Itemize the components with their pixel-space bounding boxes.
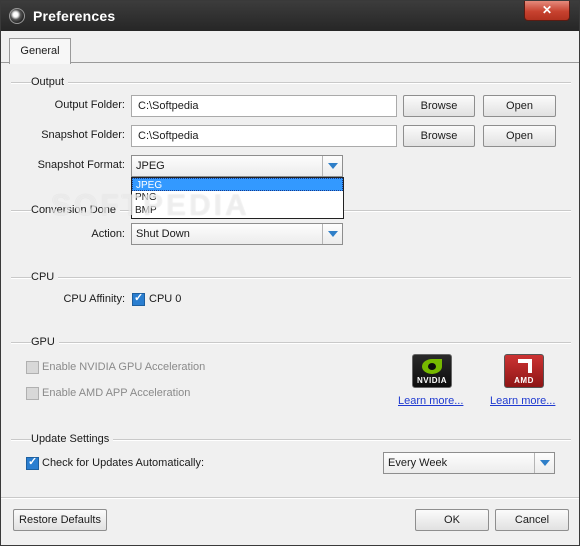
chevron-down-icon[interactable]	[322, 224, 342, 244]
output-separator	[11, 82, 571, 84]
nvidia-label: Enable NVIDIA GPU Acceleration	[42, 361, 206, 373]
action-label: Action:	[91, 228, 125, 240]
chevron-down-icon[interactable]	[322, 156, 342, 176]
conversion-section-label: Conversion Done	[31, 204, 120, 216]
app-icon	[9, 8, 25, 24]
chevron-down-icon[interactable]	[534, 453, 554, 473]
gpu-section-label: GPU	[31, 336, 59, 348]
output-folder-label: Output Folder:	[54, 99, 125, 111]
snapshot-format-select[interactable]: JPEG	[131, 155, 343, 177]
cpu-section-label: CPU	[31, 271, 59, 283]
output-open-button[interactable]: Open	[483, 95, 556, 117]
tab-strip: General	[1, 31, 579, 64]
updates-section-label: Update Settings	[31, 433, 114, 445]
action-select[interactable]: Shut Down	[131, 223, 343, 245]
cpu-separator	[11, 277, 571, 279]
output-section-label: Output	[31, 76, 69, 88]
nvidia-eye-icon	[422, 359, 442, 374]
nvidia-logo: NVIDIA	[412, 354, 452, 388]
snapshot-folder-field[interactable]: C:\Softpedia	[131, 125, 397, 147]
close-button[interactable]: ✕	[524, 1, 570, 21]
update-frequency-value: Every Week	[388, 457, 448, 469]
snapshot-format-value: JPEG	[136, 160, 165, 172]
auto-update-checkbox[interactable]	[26, 455, 39, 470]
cpu-affinity-label: CPU Affinity:	[63, 293, 125, 305]
snapshot-format-label: Snapshot Format:	[37, 159, 125, 171]
format-option-bmp[interactable]: BMP	[132, 204, 343, 217]
amd-learn-more-link[interactable]: Learn more...	[490, 395, 555, 407]
cpu0-label: CPU 0	[149, 293, 182, 305]
amd-arrow-icon	[518, 359, 532, 373]
amd-logo-text: AMD	[514, 376, 534, 385]
restore-defaults-button[interactable]: Restore Defaults	[13, 509, 107, 531]
nvidia-learn-more-link[interactable]: Learn more...	[398, 395, 463, 407]
preferences-window: Preferences ✕ General Output Output Fold…	[0, 0, 580, 546]
gpu-separator	[11, 342, 571, 344]
title-bar[interactable]: Preferences ✕	[1, 1, 579, 31]
snapshot-format-dropdown: JPEG PNG BMP	[131, 177, 344, 219]
snapshot-browse-button[interactable]: Browse	[403, 125, 475, 147]
auto-update-label: Check for Updates Automatically:	[42, 457, 205, 469]
cpu0-checkbox[interactable]	[132, 291, 145, 306]
cancel-button[interactable]: Cancel	[495, 509, 569, 531]
amd-checkbox[interactable]	[26, 387, 39, 400]
output-folder-field[interactable]: C:\Softpedia	[131, 95, 397, 117]
update-frequency-select[interactable]: Every Week	[383, 452, 555, 474]
format-option-jpeg[interactable]: JPEG	[132, 178, 343, 191]
amd-logo: AMD	[504, 354, 544, 388]
footer-separator	[1, 497, 579, 499]
nvidia-logo-text: NVIDIA	[416, 376, 448, 385]
tab-general[interactable]: General	[9, 38, 71, 64]
amd-label: Enable AMD APP Acceleration	[42, 387, 191, 399]
format-option-png[interactable]: PNG	[132, 191, 343, 204]
ok-button[interactable]: OK	[415, 509, 489, 531]
nvidia-checkbox[interactable]	[26, 361, 39, 374]
output-browse-button[interactable]: Browse	[403, 95, 475, 117]
action-value: Shut Down	[136, 228, 190, 240]
window-title: Preferences	[33, 8, 116, 24]
snapshot-open-button[interactable]: Open	[483, 125, 556, 147]
snapshot-folder-label: Snapshot Folder:	[41, 129, 125, 141]
